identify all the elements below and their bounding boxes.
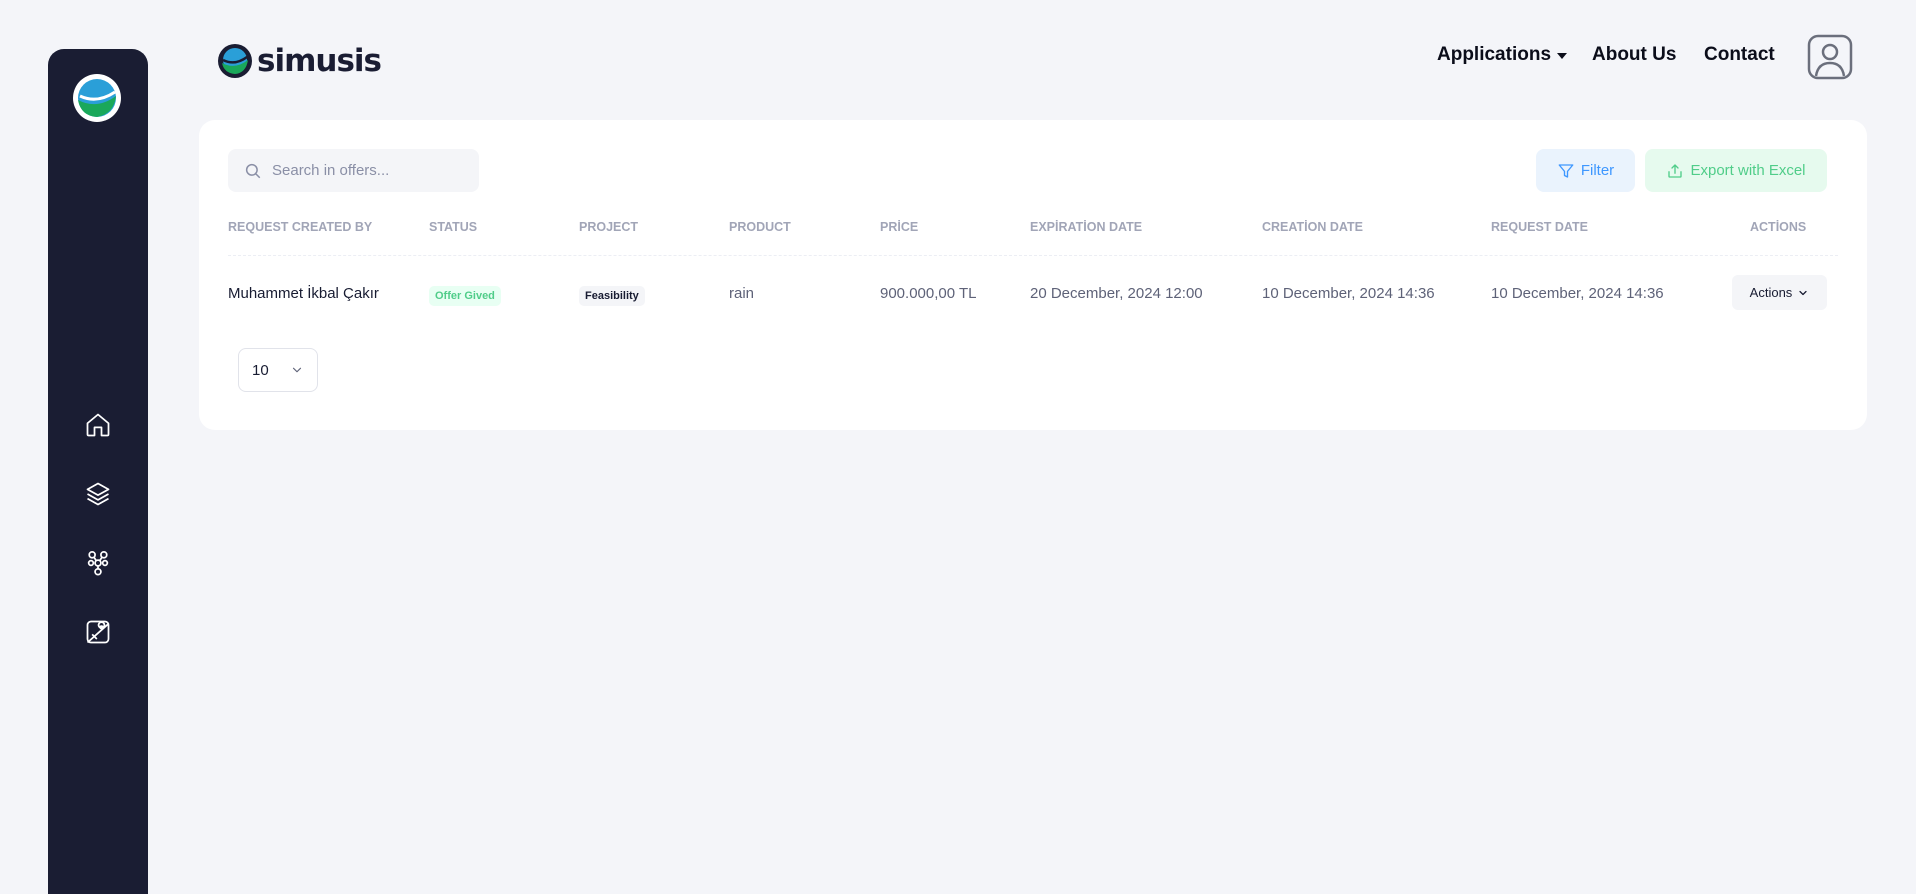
search-box xyxy=(228,149,479,192)
search-input[interactable] xyxy=(270,161,474,180)
sidebar-item-layers[interactable] xyxy=(48,459,148,528)
filter-label: Filter xyxy=(1580,162,1615,179)
page-size-select[interactable]: 10 xyxy=(238,348,318,392)
column-header[interactable]: REQUEST DATE xyxy=(1491,220,1588,234)
sidebar-item-home[interactable] xyxy=(48,390,148,459)
column-header[interactable]: PRİCE xyxy=(880,220,918,234)
sidebar-nav xyxy=(48,390,148,666)
table-header: REQUEST CREATED BY STATUS PROJECT PRODUC… xyxy=(228,220,1838,256)
top-navigation: Applications About Us Contact xyxy=(0,36,1916,84)
sidebar xyxy=(48,49,148,894)
search-icon xyxy=(245,163,261,178)
upload-icon xyxy=(1668,163,1683,178)
page-size-value: 10 xyxy=(252,361,269,379)
chevron-down-icon xyxy=(292,367,302,373)
network-icon xyxy=(87,550,109,576)
project-badge: Feasibility xyxy=(579,286,645,306)
nav-applications-label: Applications xyxy=(1437,44,1552,65)
column-header[interactable]: PRODUCT xyxy=(729,220,791,234)
cell-expiration-date: 20 December, 2024 12:00 xyxy=(1030,285,1203,302)
caret-down-icon xyxy=(1557,53,1568,59)
actions-dropdown-button[interactable]: Actions xyxy=(1732,275,1827,310)
table-row: Muhammet İkbal Çakır Offer Gived Feasibi… xyxy=(228,270,1838,318)
sidebar-item-map[interactable] xyxy=(48,597,148,666)
column-header[interactable]: EXPİRATİON DATE xyxy=(1030,220,1142,234)
funnel-icon xyxy=(1558,163,1574,178)
user-avatar-icon[interactable] xyxy=(1807,34,1853,80)
cell-price: 900.000,00 TL xyxy=(880,285,977,302)
home-icon xyxy=(86,413,110,436)
layers-icon xyxy=(86,482,110,505)
export-label: Export with Excel xyxy=(1690,162,1806,179)
column-header[interactable]: PROJECT xyxy=(579,220,638,234)
nav-about-us[interactable]: About Us xyxy=(1592,44,1676,66)
column-header[interactable]: REQUEST CREATED BY xyxy=(228,220,372,234)
actions-label: Actions xyxy=(1749,285,1793,300)
chevron-down-icon xyxy=(1799,290,1807,295)
status-badge: Offer Gived xyxy=(429,286,501,306)
cell-request-date: 10 December, 2024 14:36 xyxy=(1491,285,1664,302)
map-pin-icon xyxy=(86,620,110,643)
column-header[interactable]: CREATİON DATE xyxy=(1262,220,1363,234)
cell-product: rain xyxy=(729,285,755,302)
column-header: ACTİONS xyxy=(1750,220,1807,234)
cell-created-by: Muhammet İkbal Çakır xyxy=(228,285,379,302)
filter-button[interactable]: Filter xyxy=(1536,149,1635,192)
nav-applications[interactable]: Applications xyxy=(1437,44,1568,66)
column-header[interactable]: STATUS xyxy=(429,220,477,234)
cell-creation-date: 10 December, 2024 14:36 xyxy=(1262,285,1435,302)
export-excel-button[interactable]: Export with Excel xyxy=(1645,149,1827,192)
sidebar-item-network[interactable] xyxy=(48,528,148,597)
offers-card: Filter Export with Excel REQUEST CREATED… xyxy=(199,120,1867,430)
nav-contact[interactable]: Contact xyxy=(1704,44,1775,66)
nav-about-label: About Us xyxy=(1592,44,1677,65)
nav-contact-label: Contact xyxy=(1704,44,1775,65)
